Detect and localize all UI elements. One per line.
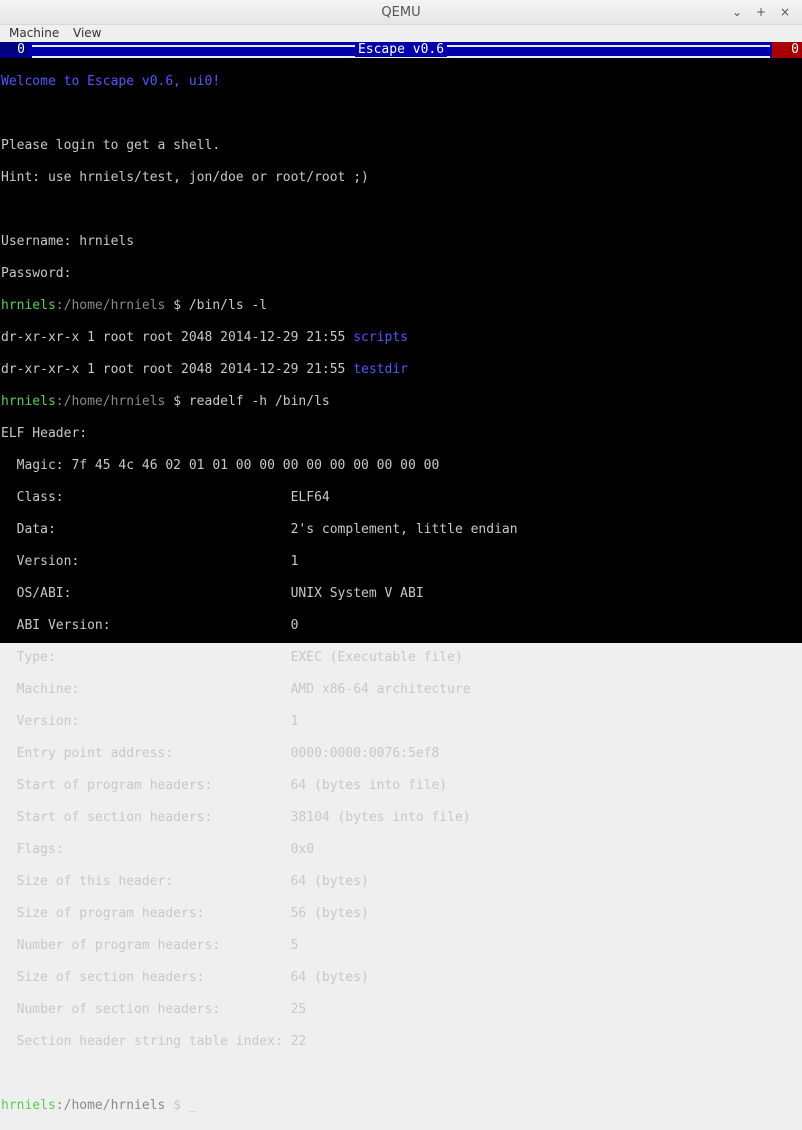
prompt-symbol: $ [165, 298, 189, 313]
elf-field: Size of section headers: 64 (bytes) [1, 970, 369, 985]
elf-field: Entry point address: 0000:0000:0076:5ef8 [1, 746, 440, 761]
prompt-symbol: $ [165, 394, 189, 409]
elf-field: Section header string table index: 22 [1, 1034, 307, 1049]
command-text: /bin/ls -l [188, 298, 268, 313]
maximize-button[interactable]: + [752, 4, 770, 20]
elf-field: Version: 1 [1, 714, 299, 729]
window-title: QEMU [381, 5, 421, 20]
elf-field: Data: 2's complement, little endian [1, 522, 518, 537]
dir-name: testdir [353, 362, 408, 377]
prompt-symbol: $ [165, 1098, 189, 1113]
window-titlebar: QEMU ⌄ + × [0, 0, 802, 25]
elf-field: Number of program headers: 5 [1, 938, 299, 953]
elf-field: Flags: 0x0 [1, 842, 315, 857]
prompt-line: hrniels:/home/hrniels $ readelf -h /bin/… [1, 394, 518, 410]
dir-name: scripts [353, 330, 408, 345]
menu-bar: Machine View [0, 25, 802, 42]
text-cursor: _ [188, 1098, 197, 1113]
close-button[interactable]: × [776, 4, 794, 20]
elf-field: Version: 1 [1, 554, 299, 569]
prompt-user: hrniels [1, 1098, 56, 1113]
ls-row: dr-xr-xr-x 1 root root 2048 2014-12-29 2… [1, 362, 408, 377]
elf-magic: Magic: 7f 45 4c 46 02 01 01 00 00 00 00 … [1, 458, 440, 473]
minimize-button[interactable]: ⌄ [728, 4, 746, 20]
elf-field: Size of program headers: 56 (bytes) [1, 906, 369, 921]
elf-field: Start of program headers: 64 (bytes into… [1, 778, 448, 793]
elf-field: Machine: AMD x86-64 architecture [1, 682, 471, 697]
prompt-user: hrniels [1, 298, 56, 313]
prompt-path: :/home/hrniels [55, 1098, 166, 1113]
username-line: Username: hrniels [1, 234, 135, 249]
welcome-line: Welcome to Escape v0.6, ui0! [1, 74, 221, 89]
elf-header-title: ELF Header: [1, 426, 88, 441]
prompt-user: hrniels [1, 394, 56, 409]
elf-field: ABI Version: 0 [1, 618, 299, 633]
menu-machine[interactable]: Machine [9, 26, 59, 40]
right-counter: 0 [772, 42, 802, 58]
status-bar-title: Escape v0.6 [0, 42, 802, 58]
elf-field: Size of this header: 64 (bytes) [1, 874, 369, 889]
terminal-output: Welcome to Escape v0.6, ui0! Please logi… [1, 58, 518, 1130]
elf-field: OS/ABI: UNIX System V ABI [1, 586, 424, 601]
password-line: Password: [1, 266, 72, 281]
ls-row: dr-xr-xr-x 1 root root 2048 2014-12-29 2… [1, 330, 408, 345]
menu-view[interactable]: View [73, 26, 101, 40]
window-controls: ⌄ + × [728, 4, 794, 20]
command-text: readelf -h /bin/ls [188, 394, 330, 409]
prompt-path: :/home/hrniels [55, 298, 166, 313]
hint-line: Hint: use hrniels/test, jon/doe or root/… [1, 170, 369, 185]
escape-status-bar: 0 Escape v0.6 0 [0, 42, 802, 58]
prompt-path: :/home/hrniels [55, 394, 166, 409]
login-message: Please login to get a shell. [1, 138, 221, 153]
prompt-line: hrniels:/home/hrniels $ /bin/ls -l [1, 298, 518, 314]
prompt-line[interactable]: hrniels:/home/hrniels $ _ [1, 1098, 518, 1114]
elf-field: Start of section headers: 38104 (bytes i… [1, 810, 471, 825]
elf-field: Number of section headers: 25 [1, 1002, 307, 1017]
elf-field: Type: EXEC (Executable file) [1, 650, 463, 665]
elf-field: Class: ELF64 [1, 490, 330, 505]
